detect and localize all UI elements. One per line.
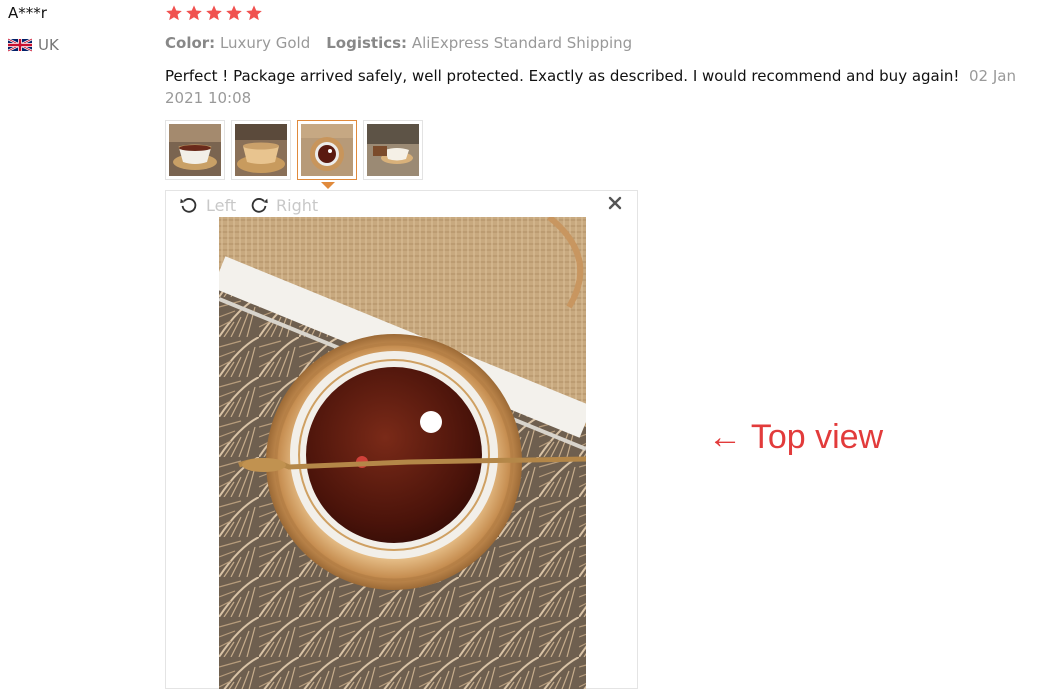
rotate-left-button[interactable]: Left — [178, 194, 236, 216]
teacup-photo-thumb — [169, 124, 221, 176]
reviewer-country: UK — [8, 36, 59, 54]
uk-flag-icon — [8, 38, 32, 52]
thumbnail-2[interactable] — [231, 120, 291, 180]
review-item: A***r UK Color: Luxury Gold Logistics: A… — [0, 0, 1049, 700]
logistics-value: AliExpress Standard Shipping — [411, 34, 633, 52]
color-label: Color: — [165, 34, 216, 52]
star-icon — [206, 5, 222, 21]
star-rating — [165, 4, 263, 22]
country-label: UK — [38, 36, 59, 54]
review-body: Perfect ! Package arrived safely, well p… — [165, 65, 1045, 109]
star-icon — [246, 5, 262, 21]
logistics-label: Logistics: — [326, 34, 408, 52]
close-icon[interactable] — [607, 195, 623, 211]
image-viewer: Left Right — [165, 190, 638, 689]
review-text: Perfect ! Package arrived safely, well p… — [165, 67, 960, 85]
rotate-left-icon — [180, 198, 197, 213]
teacup-topview-photo — [219, 217, 586, 689]
teacup-photo-thumb — [235, 124, 287, 176]
top-view-annotation: ← Top view — [708, 418, 884, 456]
reviewer-name: A***r — [8, 4, 47, 22]
review-thumbnails — [165, 120, 423, 180]
rotate-left-label: Left — [206, 195, 237, 215]
star-icon — [226, 5, 242, 21]
star-icon — [186, 5, 202, 21]
thumbnail-4[interactable] — [363, 120, 423, 180]
color-value: Luxury Gold — [219, 34, 311, 52]
rotate-right-label: Right — [276, 195, 319, 215]
star-icon — [166, 5, 182, 21]
rotate-right-icon — [251, 198, 268, 213]
logistics-info: Logistics: AliExpress Standard Shipping — [326, 34, 632, 52]
teacup-photo-thumb — [367, 124, 419, 176]
color-info: Color: Luxury Gold — [165, 34, 310, 52]
thumbnail-3[interactable] — [297, 120, 357, 180]
active-thumbnail-pointer — [321, 182, 335, 189]
thumbnail-1[interactable] — [165, 120, 225, 180]
review-meta: Color: Luxury Gold Logistics: AliExpress… — [165, 34, 632, 52]
teacup-topview-thumb — [301, 124, 353, 176]
rotate-right-button[interactable]: Right — [248, 194, 318, 216]
